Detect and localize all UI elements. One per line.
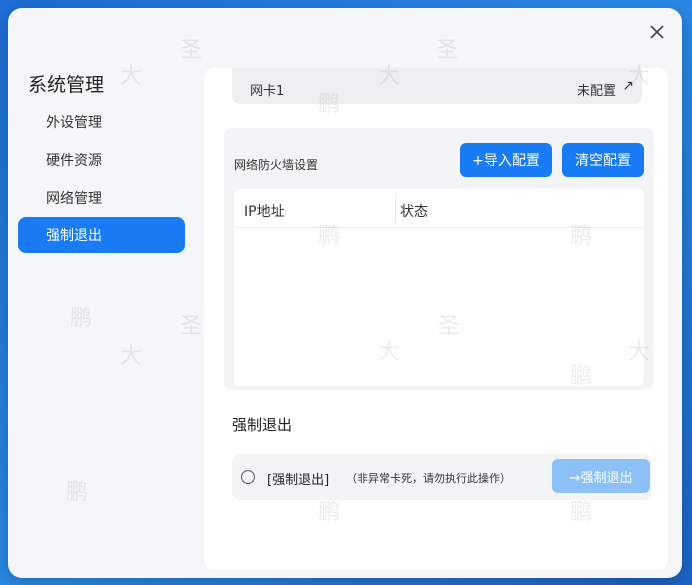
firewall-label: 网络防火墙设置 <box>234 158 319 172</box>
nic-status: 未配置 <box>576 84 616 99</box>
close-icon[interactable] <box>648 23 666 41</box>
header-divider <box>234 227 644 228</box>
arrow-icon: ↗ <box>622 78 634 94</box>
import-config-button[interactable]: +导入配置 <box>460 143 552 177</box>
force-quit-option-note: （非异常卡死，请勿执行此操作） <box>346 472 511 485</box>
force-quit-title: 强制退出 <box>232 416 293 434</box>
sidebar-item-peripherals[interactable]: 外设管理 <box>18 104 185 140</box>
firewall-card: 网络防火墙设置 +导入配置 清空配置 IP地址 状态 <box>224 128 654 390</box>
watermark-text: 圣 <box>436 38 459 63</box>
force-quit-radio[interactable] <box>241 470 255 484</box>
firewall-table: IP地址 状态 <box>234 189 644 386</box>
sidebar-item-label: 网络管理 <box>46 191 102 207</box>
sidebar-item-hardware[interactable]: 硬件资源 <box>18 142 185 178</box>
sidebar-item-force-quit[interactable]: 强制退出 <box>18 217 185 253</box>
force-quit-row: [强制退出] （非异常卡死，请勿执行此操作） →强制退出 <box>232 454 652 500</box>
nic-row[interactable]: 网卡1 未配置 ↗ <box>232 68 642 104</box>
sidebar-item-label: 硬件资源 <box>46 153 102 169</box>
sidebar-title: 系统管理 <box>28 74 105 96</box>
nic-name: 网卡1 <box>250 84 285 99</box>
clear-config-button[interactable]: 清空配置 <box>562 143 644 177</box>
sidebar-item-label: 外设管理 <box>46 115 102 131</box>
sidebar-item-label: 强制退出 <box>46 228 102 244</box>
system-management-dialog: 系统管理 外设管理 硬件资源 网络管理 强制退出 网卡1 未配置 ↗ 网络防火墙… <box>8 8 682 578</box>
column-divider <box>395 195 396 223</box>
table-header-status: 状态 <box>400 204 428 220</box>
sidebar-item-network[interactable]: 网络管理 <box>18 180 185 216</box>
force-quit-option-label: [强制退出] <box>267 473 330 488</box>
content-panel: 网卡1 未配置 ↗ 网络防火墙设置 +导入配置 清空配置 IP地址 状态 强制退… <box>204 68 668 570</box>
force-quit-button[interactable]: →强制退出 <box>552 459 650 493</box>
table-header-ip: IP地址 <box>244 204 285 220</box>
sidebar: 系统管理 外设管理 硬件资源 网络管理 强制退出 <box>8 8 204 578</box>
